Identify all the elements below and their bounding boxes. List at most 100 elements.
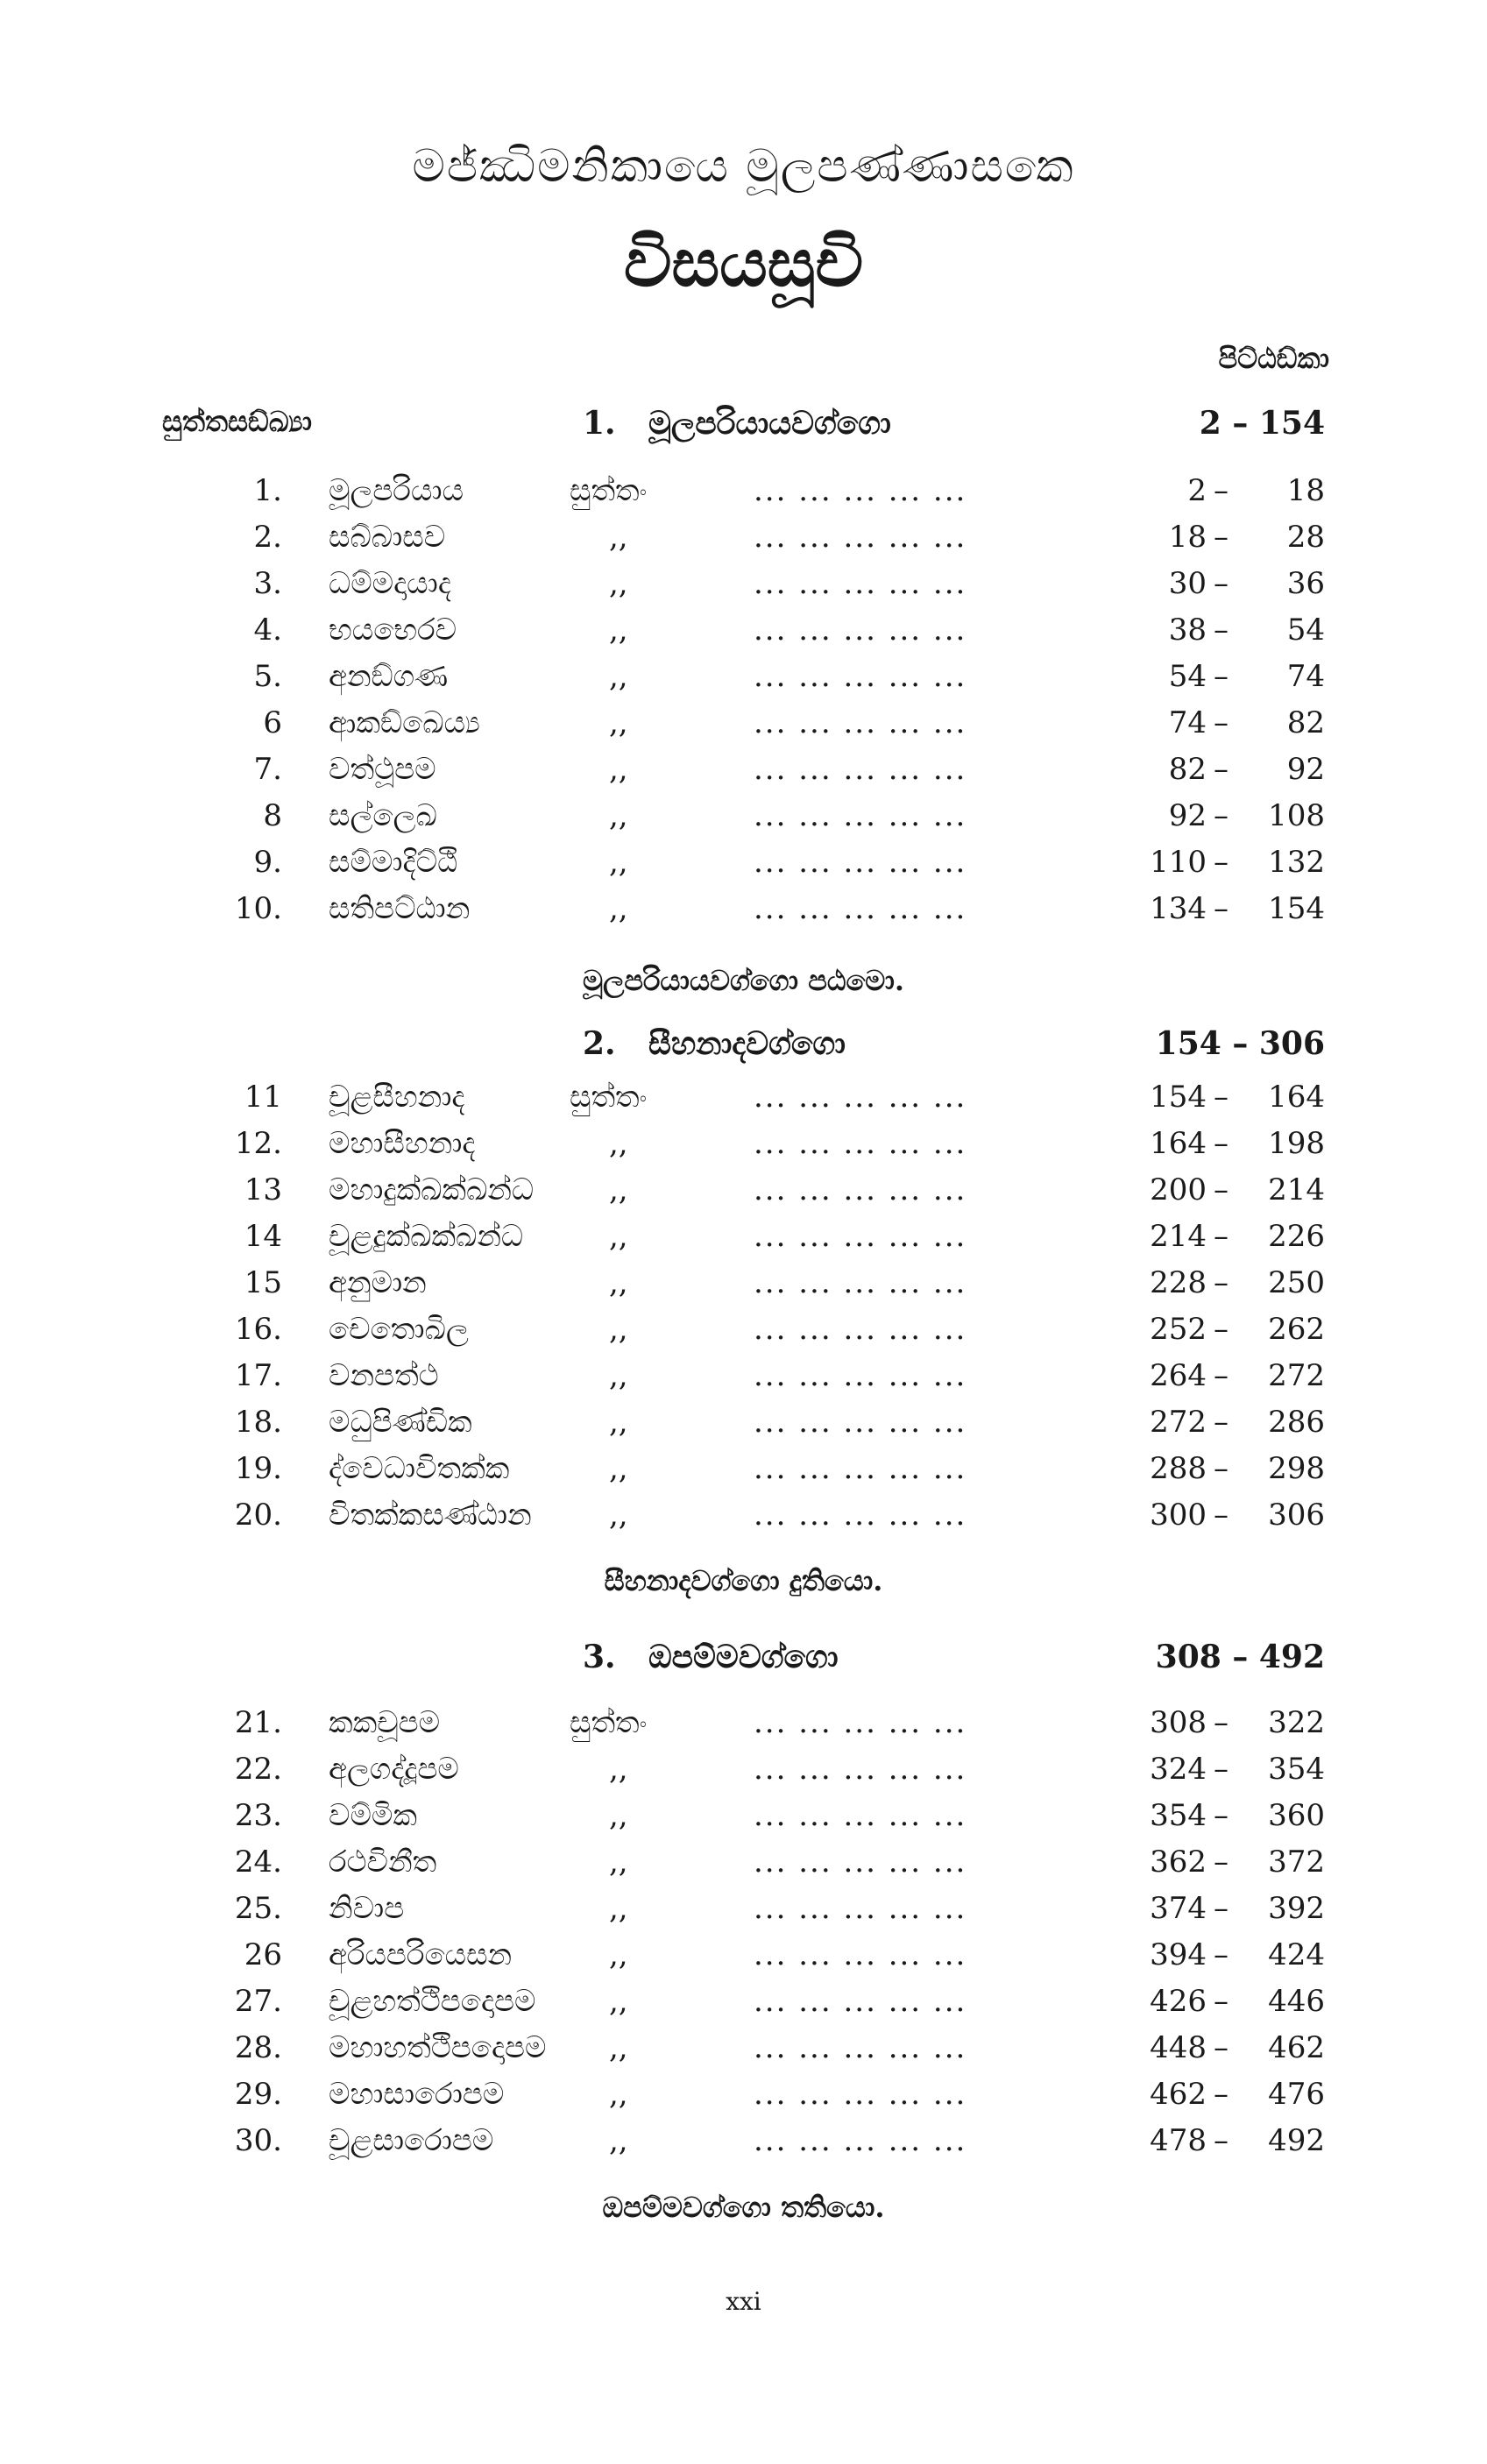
leader-dots: ... ... ... ... ... [754, 798, 967, 833]
sutta-suffix: ,, [609, 1265, 628, 1300]
sutta-suffix: ,, [609, 1752, 628, 1787]
page-dash: – [1214, 1312, 1229, 1347]
sutta-suffix: ,, [609, 798, 628, 833]
page-to: 392 [1268, 1891, 1325, 1926]
sutta-name: සම්මාදිට්ඨි [329, 845, 458, 880]
table-row: 10. සතිපට්ඨාන,, ... ... ... ... ... 134– 154 [0, 891, 1487, 935]
leader-dots: ... ... ... ... ... [754, 1405, 967, 1440]
sutta-number: 22. [234, 1752, 282, 1787]
table-row: 2. සබ්බාසව,, ... ... ... ... ... 18– 28 [0, 520, 1487, 563]
page-to: 164 [1268, 1080, 1325, 1115]
leader-dots: ... ... ... ... ... [754, 1358, 967, 1393]
page-dash: – [1214, 659, 1229, 694]
sutta-name: අරියපරියෙසන [329, 1937, 513, 1972]
sutta-number: 12. [234, 1126, 282, 1161]
leader-dots: ... ... ... ... ... [754, 520, 967, 555]
page-dash: – [1214, 1705, 1229, 1740]
leader-dots: ... ... ... ... ... [754, 891, 967, 926]
page-to: 18 [1286, 473, 1325, 508]
page-from: 228 [1150, 1265, 1207, 1300]
sutta-suffix: ,, [609, 1937, 628, 1972]
page-from: 394 [1150, 1937, 1207, 1972]
section-pages: 2 – 154 [1199, 405, 1325, 442]
sutta-name: නිවාප [329, 1891, 405, 1926]
section-header: 2. සීහනාදවග්ගො 154 – 306 [0, 1025, 1487, 1069]
page-to: 54 [1286, 612, 1325, 648]
page-dash: – [1214, 2030, 1229, 2065]
sutta-suffix: ,, [609, 1498, 628, 1533]
page-to: 306 [1268, 1498, 1325, 1533]
leader-dots: ... ... ... ... ... [754, 752, 967, 787]
page-dash: – [1214, 798, 1229, 833]
table-row: 18. මධුපිණ්ඩික,, ... ... ... ... ... 272– 28… [0, 1405, 1487, 1448]
section-closing: සීහනාදවග්ගො දුතියො. [604, 1564, 883, 1597]
sutta-number: 4. [253, 612, 282, 648]
page-from: 110 [1150, 845, 1207, 880]
sutta-name: මහාහත්ථිපදොපම [329, 2030, 547, 2065]
section-closing: ඔපම්මවග්ගො තතියො. [602, 2191, 885, 2224]
page-from: 164 [1150, 1126, 1207, 1161]
sutta-suffix: ,, [609, 2123, 628, 2158]
table-row: 4. භයභෙරව,, ... ... ... ... ... 38– 54 [0, 612, 1487, 656]
sutta-number: 19. [234, 1451, 282, 1486]
leader-dots: ... ... ... ... ... [754, 566, 967, 601]
sutta-suffix: ,, [609, 1405, 628, 1440]
sutta-name: සතිපට්ඨාන [329, 891, 471, 926]
sutta-suffix: සුත්තං [570, 1705, 648, 1740]
sutta-number: 2. [253, 520, 282, 555]
sutta-number: 18. [234, 1405, 282, 1440]
leader-dots: ... ... ... ... ... [754, 1844, 967, 1880]
page-to: 476 [1268, 2077, 1325, 2112]
page-from: 324 [1150, 1752, 1207, 1787]
page-dash: – [1214, 473, 1229, 508]
page-to: 28 [1286, 520, 1325, 555]
sutta-suffix: ,, [609, 2030, 628, 2065]
section-header: 1. මූලපරියායවග්ගො 2 – 154 [0, 405, 1487, 449]
section-closing: මූලපරියායවග්ගො පඨමො. [583, 964, 904, 997]
table-row: 25. නිවාප,, ... ... ... ... ... 374– 392 [0, 1891, 1487, 1935]
leader-dots: ... ... ... ... ... [754, 705, 967, 740]
table-row: 23. වම්මික,, ... ... ... ... ... 354– 360 [0, 1798, 1487, 1842]
sutta-number: 25. [234, 1891, 282, 1926]
page-to: 262 [1268, 1312, 1325, 1347]
table-row: 29. මහාසාරොපම,, ... ... ... ... ... 462– 476 [0, 2077, 1487, 2121]
sutta-number: 27. [234, 1984, 282, 2019]
page-dash: – [1214, 612, 1229, 648]
page-to: 226 [1268, 1219, 1325, 1254]
page-to: 108 [1268, 798, 1325, 833]
sutta-suffix: ,, [609, 1126, 628, 1161]
sutta-name: චූළහත්ථිපදොපම [329, 1984, 536, 2019]
section-number: 3. [583, 1639, 616, 1675]
sutta-number: 20. [234, 1498, 282, 1533]
sutta-suffix: ,, [609, 705, 628, 740]
sutta-number: 23. [234, 1798, 282, 1833]
sutta-name: විතක්කසණ්ඨාන [329, 1498, 532, 1533]
leader-dots: ... ... ... ... ... [754, 2123, 967, 2158]
leader-dots: ... ... ... ... ... [754, 1937, 967, 1972]
sutta-number: 1. [253, 473, 282, 508]
sutta-suffix: ,, [609, 1451, 628, 1486]
page-to: 372 [1268, 1844, 1325, 1880]
sutta-suffix: සුත්තං [570, 1080, 648, 1115]
page-dash: – [1214, 1798, 1229, 1833]
sutta-suffix: ,, [609, 2077, 628, 2112]
leader-dots: ... ... ... ... ... [754, 1126, 967, 1161]
table-row: 9. සම්මාදිට්ඨි,, ... ... ... ... ... 110– 13… [0, 845, 1487, 889]
section-title: සීහනාදවග්ගො [648, 1025, 846, 1062]
table-row: 17. වනපත්ථ,, ... ... ... ... ... 264– 272 [0, 1358, 1487, 1402]
sutta-suffix: ,, [609, 1358, 628, 1393]
page-from: 54 [1168, 659, 1207, 694]
page-to: 272 [1268, 1358, 1325, 1393]
sutta-suffix: සුත්තං [570, 473, 648, 508]
sutta-name: වනපත්ථ [329, 1358, 439, 1393]
page-to: 446 [1268, 1984, 1325, 2019]
page-dash: – [1214, 1219, 1229, 1254]
leader-dots: ... ... ... ... ... [754, 1312, 967, 1347]
table-row: 1. මූලපරියාය සුත්තං ... ... ... ... ... 2– 18 [0, 473, 1487, 517]
table-row: 6 ආකඞ්ඛෙය්‍ය,, ... ... ... ... ... 74– 82 [0, 705, 1487, 749]
page-from: 74 [1168, 705, 1207, 740]
page-to: 250 [1268, 1265, 1325, 1300]
sutta-name: ද්වෙධාවිතක්ක [329, 1451, 510, 1486]
page-to: 92 [1286, 752, 1325, 787]
table-row: 14 චූළදුක්ඛක්ඛන්ධ,, ... ... ... ... ... 214… [0, 1219, 1487, 1263]
